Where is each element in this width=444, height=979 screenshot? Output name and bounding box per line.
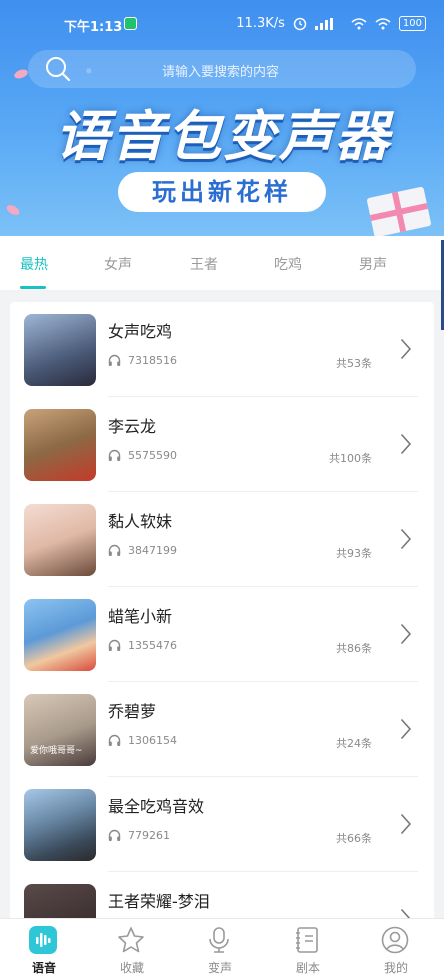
list-item[interactable]: 爱你哦哥哥~ 乔碧萝 1306154 共24条: [10, 682, 434, 777]
tab-indicator: [20, 286, 46, 289]
tab-chicken[interactable]: 吃鸡: [274, 254, 302, 274]
script-icon: [296, 927, 318, 953]
star-icon: [118, 927, 144, 953]
tab-female-voice[interactable]: 女声: [104, 254, 132, 274]
voice-pack-list: 女声吃鸡 7318516 共53条 李云龙 5575590 共100条 黏人软妹…: [10, 302, 434, 922]
nav-label: 收藏: [119, 961, 144, 975]
chevron-right-icon[interactable]: [400, 433, 412, 455]
chevron-right-icon[interactable]: [400, 528, 412, 550]
status-time: 下午1:13: [64, 20, 123, 35]
item-count: 共53条: [336, 357, 372, 370]
nav-profile[interactable]: 我的: [352, 919, 440, 979]
status-bar: 下午1:13 11.3K/s 100: [0, 14, 444, 35]
banner-title: 语音包变声器: [55, 105, 391, 168]
battery-indicator: 100: [398, 16, 426, 31]
headphone-icon: [108, 829, 121, 841]
alarm-icon: [293, 17, 307, 30]
wifi-icon: [351, 17, 367, 29]
bottom-navigation: 语音 收藏 变声 剧本 我的: [0, 918, 444, 979]
item-count: 共100条: [329, 452, 372, 465]
item-count: 共93条: [336, 547, 372, 560]
headphone-icon: [108, 449, 121, 461]
chevron-right-icon[interactable]: [400, 623, 412, 645]
banner[interactable]: 下午1:13 11.3K/s 100 请输入要搜索的内容 语音包变声器 玩出新花…: [0, 0, 444, 236]
network-speed: 11.3K/s: [236, 16, 285, 31]
play-count: 3847199: [128, 544, 177, 557]
tab-hot[interactable]: 最热: [20, 254, 48, 274]
list-item[interactable]: 黏人软妹 3847199 共93条: [10, 492, 434, 587]
search-icon[interactable]: [44, 55, 72, 83]
signal-icon: [314, 17, 333, 30]
search-bar[interactable]: 请输入要搜索的内容: [28, 50, 416, 88]
item-name: 黏人软妹: [108, 512, 173, 531]
nav-label: 我的: [383, 961, 408, 975]
headphone-icon: [108, 639, 121, 651]
list-item[interactable]: 王者荣耀-梦泪: [10, 872, 434, 922]
chevron-right-icon[interactable]: [400, 338, 412, 360]
play-count: 1306154: [128, 734, 177, 747]
nav-label: 剧本: [295, 961, 320, 975]
item-count: 共24条: [336, 737, 372, 750]
notification-icon: [124, 17, 137, 30]
search-input[interactable]: 请输入要搜索的内容: [162, 61, 279, 80]
profile-icon: [381, 926, 409, 954]
thumbnail-image: [24, 409, 96, 481]
voice-icon: [29, 926, 57, 954]
tab-male-voice[interactable]: 男声: [359, 254, 387, 274]
chevron-right-icon[interactable]: [400, 718, 412, 740]
thumbnail-image: [24, 599, 96, 671]
item-name: 最全吃鸡音效: [108, 797, 205, 816]
list-item[interactable]: 最全吃鸡音效 779261 共66条: [10, 777, 434, 872]
headphone-icon: [108, 544, 121, 556]
microphone-icon: [209, 927, 229, 953]
headphone-icon: [108, 734, 121, 746]
list-item[interactable]: 蜡笔小新 1355476 共86条: [10, 587, 434, 682]
list-item[interactable]: 李云龙 5575590 共100条: [10, 397, 434, 492]
list-item[interactable]: 女声吃鸡 7318516 共53条: [10, 302, 434, 397]
nav-voice-changer[interactable]: 变声: [176, 919, 264, 979]
status-indicators: 11.3K/s 100: [236, 16, 426, 31]
banner-subtitle: 玩出新花样: [118, 172, 326, 212]
play-count: 1355476: [128, 639, 177, 652]
category-tabs: 最热 女声 王者 吃鸡 男声: [0, 236, 444, 290]
item-count: 共86条: [336, 642, 372, 655]
tab-king[interactable]: 王者: [190, 254, 218, 274]
nav-voice[interactable]: 语音: [0, 919, 88, 979]
item-name: 乔碧萝: [108, 702, 157, 721]
thumbnail-image: [24, 884, 96, 922]
item-name: 蜡笔小新: [108, 607, 173, 626]
thumbnail-image: [24, 789, 96, 861]
item-name: 李云龙: [108, 417, 157, 436]
nav-label: 语音: [31, 961, 56, 975]
thumbnail-image: [24, 504, 96, 576]
play-count: 5575590: [128, 449, 177, 462]
item-name: 王者荣耀-梦泪: [108, 892, 210, 911]
wifi-icon: [375, 17, 391, 29]
thumbnail-image: 爱你哦哥哥~: [24, 694, 96, 766]
nav-favorites[interactable]: 收藏: [88, 919, 176, 979]
nav-script[interactable]: 剧本: [264, 919, 352, 979]
item-name: 女声吃鸡: [108, 322, 173, 341]
headphone-icon: [108, 354, 121, 366]
play-count: 779261: [128, 829, 170, 842]
nav-label: 变声: [207, 961, 232, 975]
thumbnail-image: [24, 314, 96, 386]
chevron-right-icon[interactable]: [400, 813, 412, 835]
play-count: 7318516: [128, 354, 177, 367]
thumbnail-caption: 爱你哦哥哥~: [30, 746, 83, 756]
item-count: 共66条: [336, 832, 372, 845]
